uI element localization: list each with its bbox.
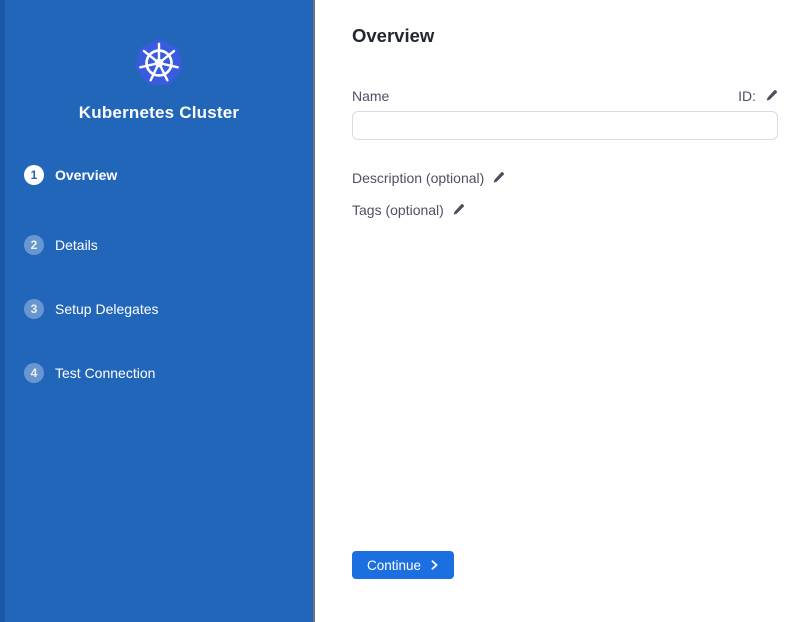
kubernetes-logo-icon [135, 39, 183, 87]
step-number-badge: 3 [24, 299, 44, 319]
description-label: Description (optional) [352, 170, 484, 186]
step-number-badge: 1 [24, 165, 44, 185]
step-label: Overview [55, 167, 117, 183]
step-label: Details [55, 237, 98, 253]
wizard-steps: 1 Overview 2 Details 3 Setup Delegates 4… [5, 165, 313, 383]
tags-row: Tags (optional) [352, 202, 778, 217]
edit-tags-icon[interactable] [452, 203, 465, 216]
overview-form: Name ID: Description (optional) Tags (op… [352, 88, 778, 579]
id-group: ID: [738, 88, 778, 104]
step-number-badge: 2 [24, 235, 44, 255]
name-field-header: Name ID: [352, 88, 778, 103]
description-row: Description (optional) [352, 170, 778, 185]
continue-button-label: Continue [367, 558, 421, 573]
sidebar-item-test-connection[interactable]: 4 Test Connection [24, 363, 313, 383]
wizard-sidebar: Kubernetes Cluster 1 Overview 2 Details … [0, 0, 315, 622]
tags-label: Tags (optional) [352, 202, 444, 218]
id-label: ID: [738, 88, 756, 104]
wizard-title: Kubernetes Cluster [5, 103, 313, 122]
main-panel: Overview Name ID: Description (optional)… [315, 0, 811, 622]
sidebar-item-details[interactable]: 2 Details [24, 235, 313, 255]
step-label: Test Connection [55, 365, 155, 381]
edit-description-icon[interactable] [492, 171, 505, 184]
sidebar-item-setup-delegates[interactable]: 3 Setup Delegates [24, 299, 313, 319]
sidebar-item-overview[interactable]: 1 Overview [24, 165, 313, 185]
name-input[interactable] [352, 111, 778, 140]
continue-button[interactable]: Continue [352, 551, 454, 579]
step-number-badge: 4 [24, 363, 44, 383]
edit-id-icon[interactable] [765, 89, 778, 102]
chevron-right-icon [430, 560, 439, 570]
step-label: Setup Delegates [55, 301, 159, 317]
name-label: Name [352, 88, 389, 104]
page-title: Overview [352, 26, 778, 45]
